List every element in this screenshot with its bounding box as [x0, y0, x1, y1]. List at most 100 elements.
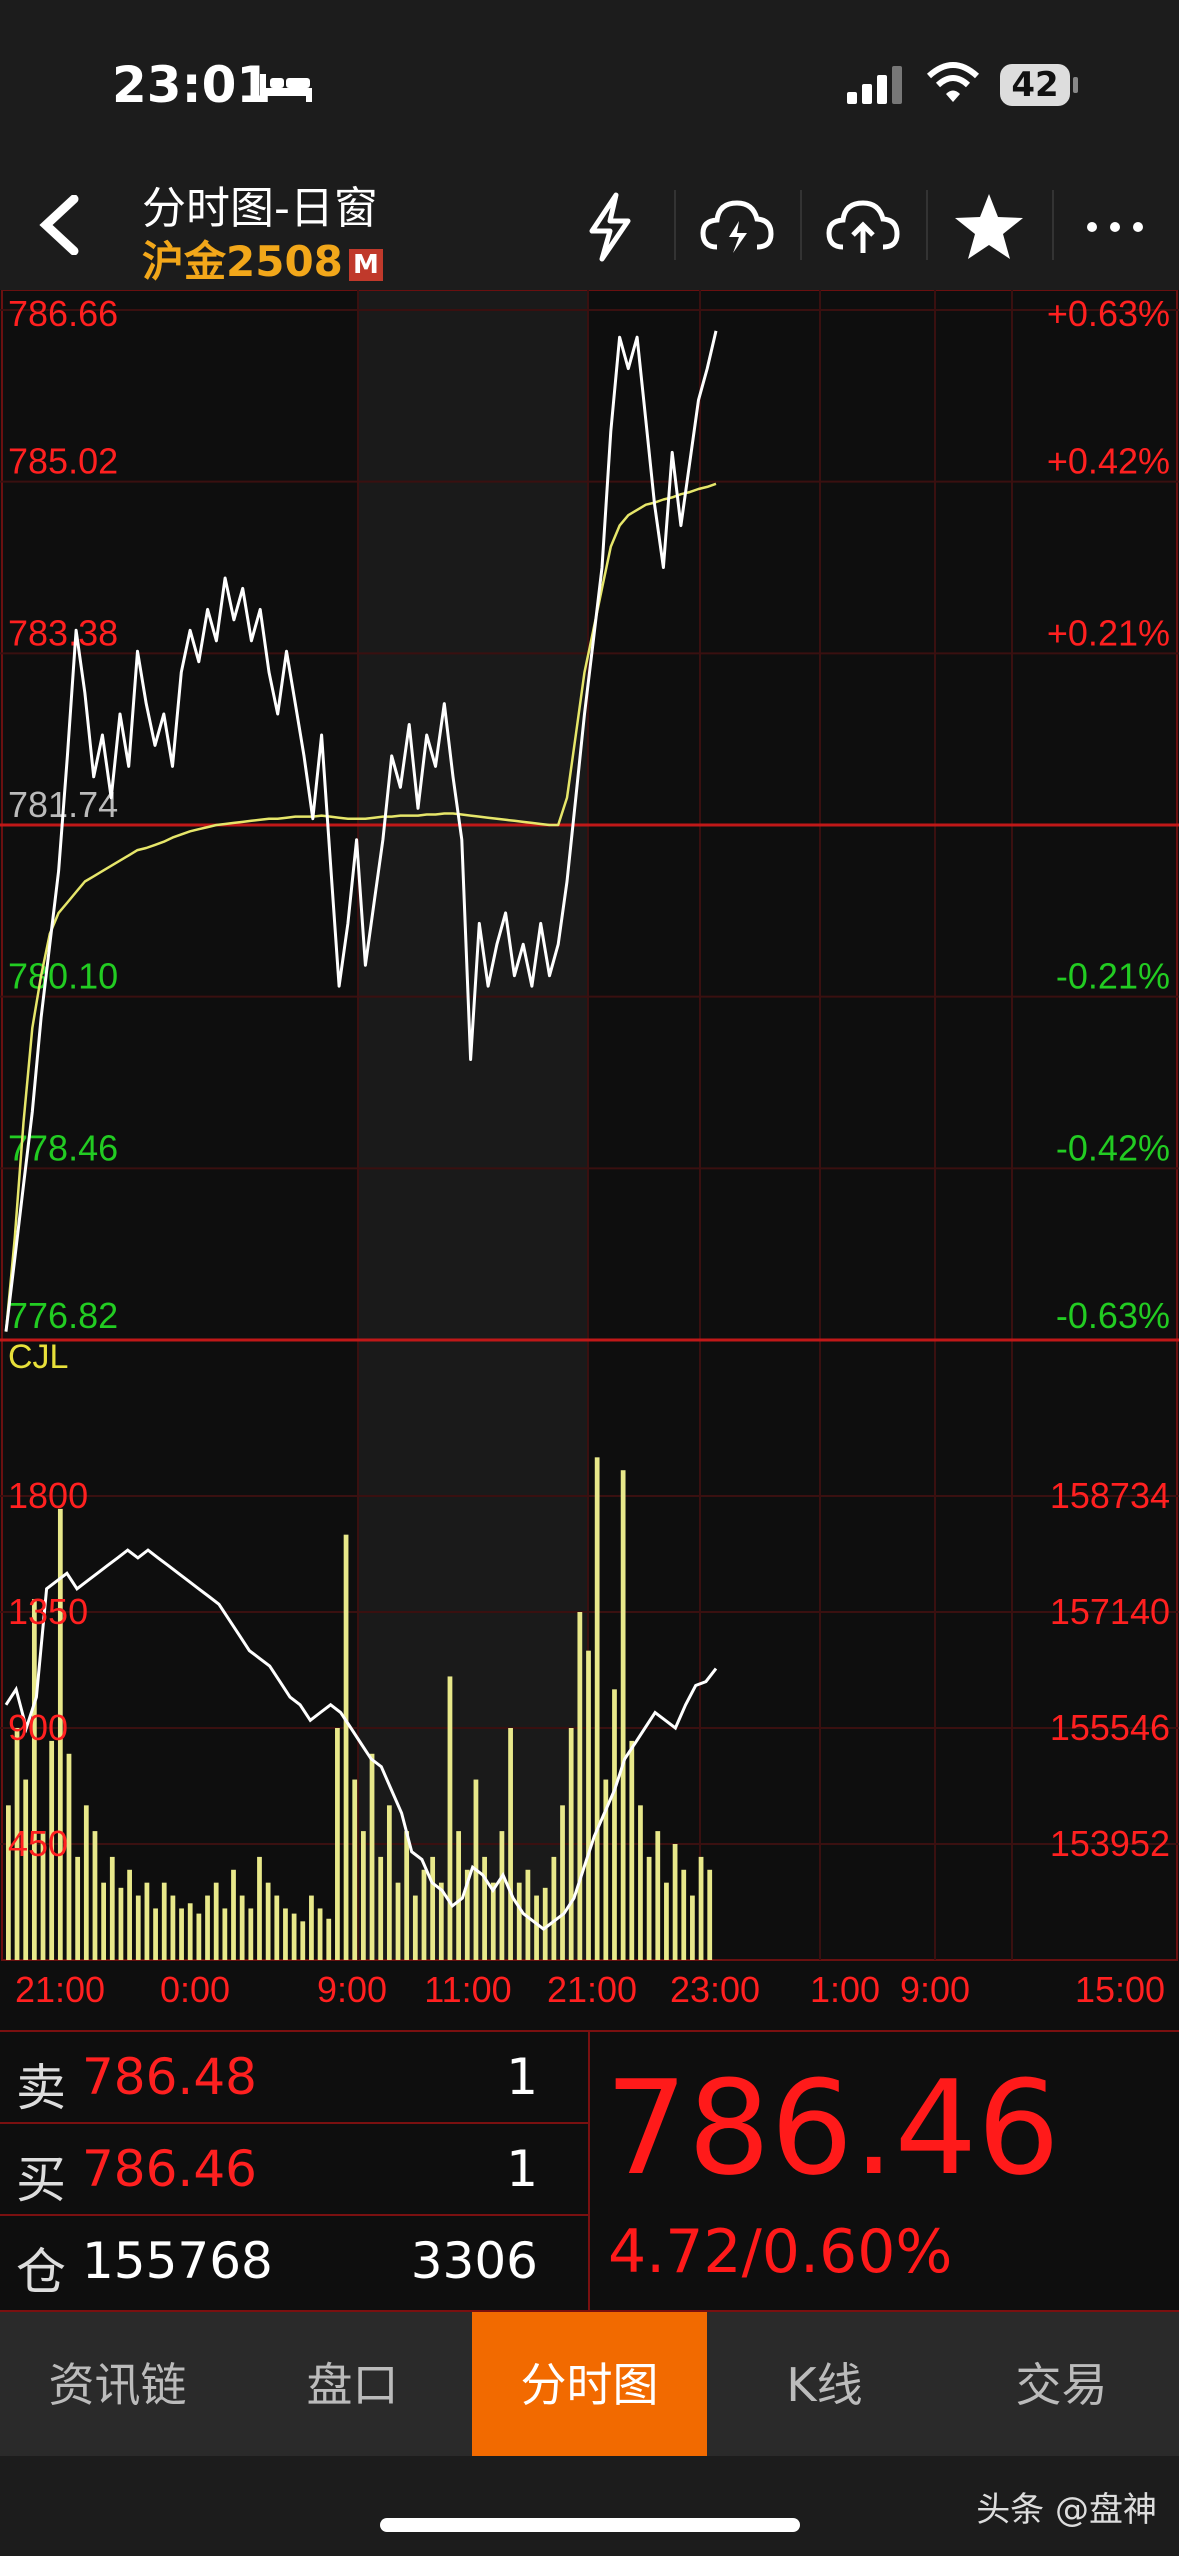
volume-bar	[620, 1470, 626, 1960]
volume-bar	[594, 1457, 600, 1960]
volume-bar	[248, 1908, 254, 1960]
volume-bar	[612, 1689, 617, 1960]
oi-tick-label: 153952	[1050, 1823, 1170, 1864]
star-icon	[955, 194, 1023, 259]
volume-tick-label: 1350	[8, 1591, 88, 1632]
intraday-chart[interactable]: 786.66 +0.63% 785.02 +0.42% 783.38 +0.21% 781.…	[0, 290, 1179, 2030]
favorite-button[interactable]	[944, 182, 1034, 272]
time-tick-label: 11:00	[424, 1969, 511, 2010]
volume-bar	[404, 1831, 410, 1960]
home-indicator[interactable]	[380, 2518, 800, 2532]
volume-bar	[231, 1869, 236, 1960]
volume-bar	[274, 1895, 280, 1960]
oi-tick-label: 155546	[1050, 1707, 1170, 1748]
volume-bar	[638, 1805, 643, 1960]
volume-bar	[482, 1856, 487, 1960]
flash-button[interactable]	[565, 182, 655, 272]
cloud-sync-button[interactable]	[692, 182, 782, 272]
more-dots-icon	[1087, 222, 1143, 232]
volume-bar	[283, 1908, 288, 1960]
volume-bar	[153, 1908, 158, 1960]
contract-symbol: 沪金2508 M	[142, 228, 383, 289]
bottom-tab-bar: 资讯链 盘口 分时图 K线 交易	[0, 2310, 1179, 2458]
volume-bar	[222, 1908, 228, 1960]
price-tick-label: 778.46	[8, 1127, 118, 1168]
open-interest-row: 仓 155768 3306	[0, 2216, 588, 2306]
volume-bar	[586, 1650, 591, 1960]
volume-bar	[291, 1913, 297, 1960]
volume-bar	[386, 1805, 392, 1960]
price-tick-label: 786.66	[8, 293, 118, 334]
percent-tick-label: +0.42%	[1047, 441, 1170, 482]
percent-tick-label: -0.63%	[1056, 1295, 1170, 1336]
volume-bar	[447, 1676, 453, 1960]
cloud-upload-button[interactable]	[818, 182, 908, 272]
volume-bar	[707, 1869, 713, 1960]
volume-bar	[101, 1882, 107, 1960]
more-button[interactable]	[1070, 182, 1160, 272]
tab-news-chain[interactable]: 资讯链	[0, 2312, 235, 2458]
volume-bar	[343, 1534, 349, 1960]
volume-bar	[187, 1903, 193, 1960]
volume-bar	[551, 1856, 557, 1960]
volume-bar	[395, 1882, 401, 1960]
volume-bar	[118, 1887, 124, 1960]
volume-bar	[179, 1908, 184, 1960]
cloud-lightning-icon	[700, 200, 774, 253]
back-arrow-icon[interactable]	[30, 195, 90, 255]
ask-qty: 1	[506, 2048, 538, 2106]
price-change: 4.72/0.60%	[608, 2217, 953, 2287]
percent-tick-label: +0.21%	[1047, 612, 1170, 653]
volume-bar	[361, 1831, 366, 1960]
volume-bar	[516, 1882, 522, 1960]
page-title: 分时图-日窗	[142, 183, 378, 234]
status-bar: 23:01 42	[0, 0, 1179, 160]
cellular-signal-icon	[847, 66, 902, 104]
volume-bar	[265, 1882, 271, 1960]
header-divider	[674, 190, 676, 260]
time-tick-label: 9:00	[900, 1969, 970, 2010]
volume-bar	[577, 1612, 583, 1960]
tab-order-book[interactable]: 盘口	[235, 2312, 470, 2458]
time-tick-label: 21:00	[547, 1969, 637, 2010]
status-time: 23:01	[112, 56, 272, 114]
volume-bar	[369, 1753, 375, 1960]
volume-bar	[205, 1895, 210, 1960]
lightning-icon	[589, 192, 631, 262]
oi-change: 3306	[410, 2232, 538, 2290]
volume-bar	[92, 1831, 98, 1960]
ask-price: 786.48	[82, 2048, 257, 2106]
m-badge: M	[348, 248, 383, 281]
volume-bar	[31, 1599, 37, 1960]
volume-bar	[430, 1856, 436, 1960]
volume-bar	[75, 1856, 81, 1960]
volume-bar	[534, 1895, 539, 1960]
volume-bar	[542, 1887, 548, 1960]
volume-tick-label: 450	[8, 1823, 68, 1864]
time-axis: 21:00 0:00 9:00 11:00 21:00 23:00 1:00 9:00 15:0…	[15, 1969, 1165, 2010]
volume-bar	[127, 1869, 132, 1960]
volume-tick-label: 1800	[8, 1475, 88, 1516]
price-tick-label: 783.38	[8, 612, 118, 653]
volume-bar	[655, 1831, 661, 1960]
tab-trade[interactable]: 交易	[944, 2312, 1179, 2458]
volume-bar	[326, 1918, 332, 1960]
time-tick-label: 0:00	[160, 1969, 230, 2010]
time-tick-label: 9:00	[317, 1969, 387, 2010]
volume-label: CJL	[8, 1338, 68, 1376]
volume-bar	[672, 1844, 678, 1960]
quote-panel: 卖 786.48 1 买 786.46 1 仓 155768 3306 786.…	[0, 2030, 1179, 2312]
volume-bar	[239, 1895, 245, 1960]
price-tick-label: 785.02	[8, 441, 118, 482]
volume-bar	[213, 1882, 219, 1960]
volume-bar	[144, 1882, 150, 1960]
tab-kline[interactable]: K线	[707, 2312, 942, 2458]
last-price: 786.46	[605, 2052, 1060, 2204]
oi-label: 仓	[16, 2243, 66, 2301]
volume-bar	[161, 1882, 167, 1960]
volume-bar	[421, 1869, 427, 1960]
ask-row[interactable]: 卖 786.48 1	[0, 2032, 588, 2124]
bid-row[interactable]: 买 786.46 1	[0, 2124, 588, 2216]
time-tick-label: 15:00	[1075, 1969, 1165, 2010]
tab-intraday[interactable]: 分时图	[472, 2312, 707, 2458]
